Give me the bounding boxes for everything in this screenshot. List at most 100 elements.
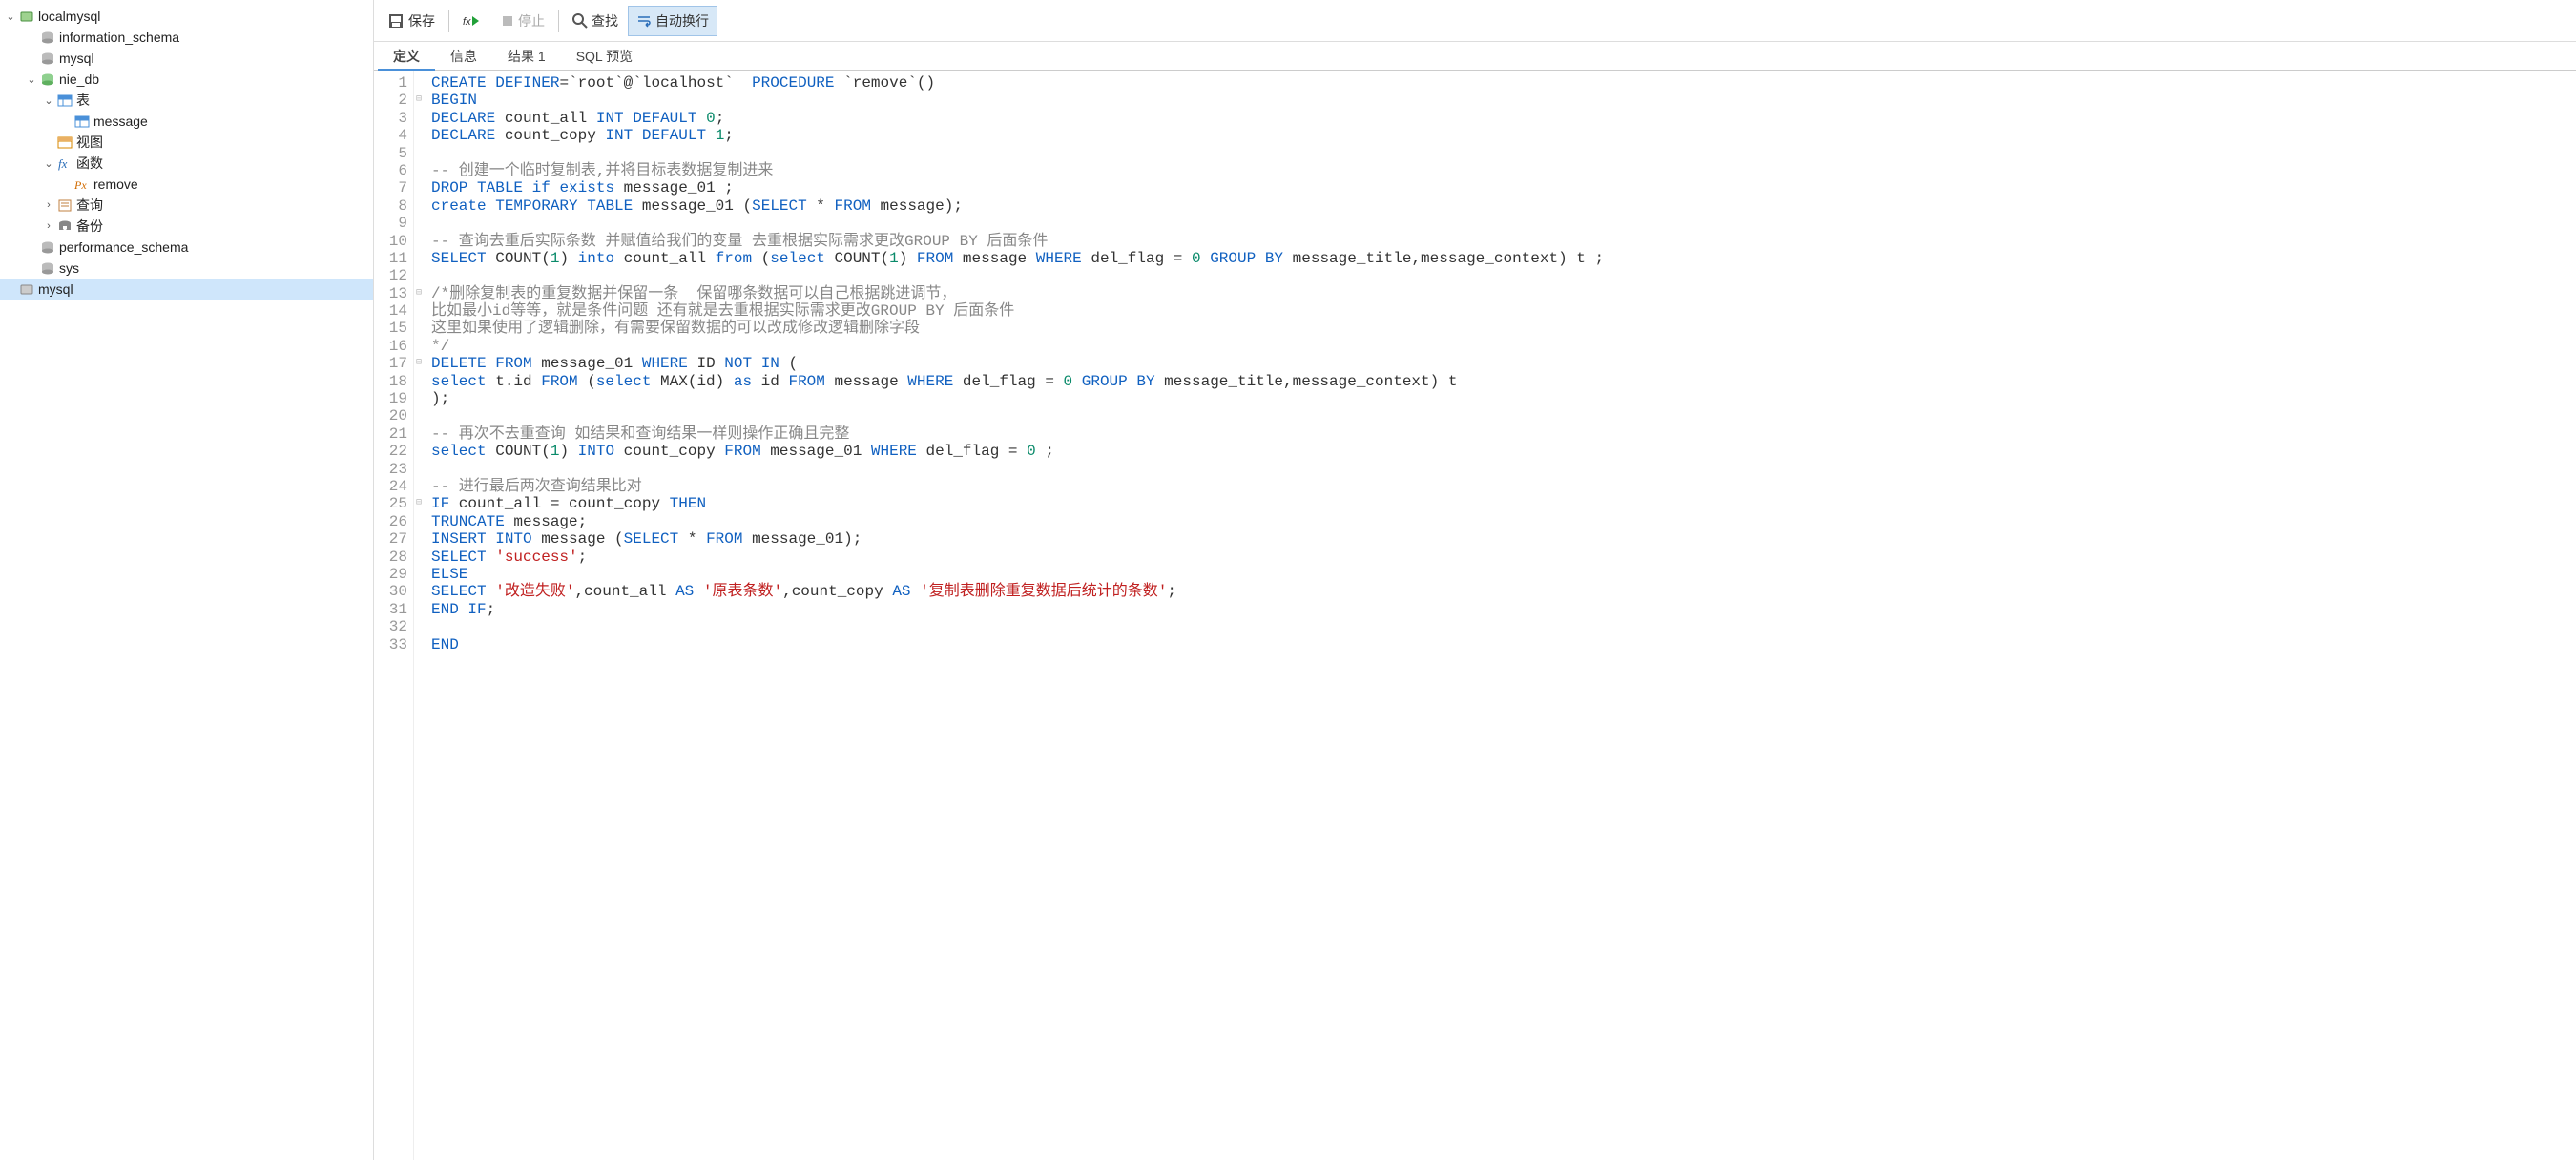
query-icon [55, 197, 74, 213]
code-line[interactable] [431, 618, 1604, 635]
code-line[interactable]: CREATE DEFINER=`root`@`localhost` PROCED… [431, 74, 1604, 92]
fold-marker [414, 390, 424, 407]
tree-item-视图[interactable]: 视图 [0, 132, 373, 153]
tree-toggle-icon[interactable]: ⌄ [42, 94, 55, 107]
tree-item-performance_schema[interactable]: performance_schema [0, 237, 373, 258]
fold-marker [414, 233, 424, 250]
tree-item-备份[interactable]: ›备份 [0, 216, 373, 237]
line-number: 24 [385, 478, 407, 495]
code-line[interactable] [431, 461, 1604, 478]
fold-marker [414, 566, 424, 583]
tree-item-message[interactable]: message [0, 111, 373, 132]
code-line[interactable]: -- 再次不去重查询 如结果和查询结果一样则操作正确且完整 [431, 425, 1604, 443]
code-line[interactable]: SELECT 'success'; [431, 549, 1604, 566]
code-line[interactable]: -- 查询去重后实际条数 并赋值给我们的变量 去重根据实际需求更改GROUP B… [431, 233, 1604, 250]
tree-item-information_schema[interactable]: information_schema [0, 27, 373, 48]
code-line[interactable]: ELSE [431, 566, 1604, 583]
fold-marker [414, 530, 424, 548]
tree-item-函数[interactable]: ⌄fx函数 [0, 153, 373, 174]
code-line[interactable] [431, 407, 1604, 425]
line-number: 3 [385, 110, 407, 127]
code-line[interactable]: DROP TABLE if exists message_01 ; [431, 179, 1604, 197]
tree-item-label: information_schema [59, 30, 179, 45]
code-line[interactable]: 比如最小id等等，就是条件问题 还有就是去重根据实际需求更改GROUP BY 后… [431, 302, 1604, 320]
fold-marker [414, 549, 424, 566]
tree-item-mysql[interactable]: mysql [0, 48, 373, 69]
tree-item-表[interactable]: ⌄表 [0, 90, 373, 111]
code-editor[interactable]: 1234567891011121314151617181920212223242… [374, 71, 2576, 1160]
code-line[interactable]: -- 进行最后两次查询结果比对 [431, 478, 1604, 495]
fold-marker [414, 127, 424, 144]
line-number: 6 [385, 162, 407, 179]
code-line[interactable] [431, 215, 1604, 232]
code-line[interactable]: DELETE FROM message_01 WHERE ID NOT IN ( [431, 355, 1604, 372]
fold-marker [414, 601, 424, 618]
code-line[interactable]: SELECT '改造失败',count_all AS '原表条数',count_… [431, 583, 1604, 600]
wrap-button[interactable]: 自动换行 [628, 6, 717, 36]
tree-item-查询[interactable]: ›查询 [0, 195, 373, 216]
code-line[interactable] [431, 145, 1604, 162]
line-number: 11 [385, 250, 407, 267]
line-number: 7 [385, 179, 407, 197]
tree-toggle-icon[interactable]: ⌄ [25, 73, 38, 86]
code-line[interactable] [431, 267, 1604, 284]
tab-信息[interactable]: 信息 [435, 42, 492, 70]
tree-toggle-icon[interactable]: ⌄ [42, 157, 55, 170]
find-button[interactable]: 查找 [565, 6, 626, 36]
run-button[interactable]: fx [455, 6, 491, 36]
tree-item-label: 视图 [76, 133, 103, 152]
code-line[interactable]: DECLARE count_copy INT DEFAULT 1; [431, 127, 1604, 144]
tree-item-remove[interactable]: Pxremove [0, 174, 373, 195]
db-icon [38, 239, 57, 255]
tree-toggle-icon[interactable]: ⌄ [4, 10, 17, 23]
tree-item-localmysql[interactable]: ⌄localmysql [0, 6, 373, 27]
tree-toggle-icon[interactable]: › [42, 199, 55, 211]
db-tree: ⌄localmysqlinformation_schemamysql⌄nie_d… [0, 0, 374, 1160]
code-line[interactable]: */ [431, 338, 1604, 355]
save-label: 保存 [408, 11, 435, 31]
line-number: 2 [385, 92, 407, 109]
tab-结果 1[interactable]: 结果 1 [492, 42, 561, 70]
code-line[interactable]: END [431, 636, 1604, 653]
code-line[interactable]: -- 创建一个临时复制表,并将目标表数据复制进来 [431, 162, 1604, 179]
code-line[interactable]: BEGIN [431, 92, 1604, 109]
code-line[interactable]: IF count_all = count_copy THEN [431, 495, 1604, 512]
code-line[interactable]: DECLARE count_all INT DEFAULT 0; [431, 110, 1604, 127]
fold-marker[interactable]: ⊟ [414, 92, 424, 109]
code-line[interactable]: create TEMPORARY TABLE message_01 (SELEC… [431, 197, 1604, 215]
fold-marker [414, 110, 424, 127]
code-line[interactable]: INSERT INTO message (SELECT * FROM messa… [431, 530, 1604, 548]
fold-marker[interactable]: ⊟ [414, 355, 424, 372]
code-line[interactable]: ); [431, 390, 1604, 407]
tree-item-sys[interactable]: sys [0, 258, 373, 279]
svg-text:Px: Px [73, 178, 87, 192]
line-number: 25 [385, 495, 407, 512]
fold-marker[interactable]: ⊟ [414, 285, 424, 302]
code-line[interactable]: TRUNCATE message; [431, 513, 1604, 530]
code-content[interactable]: CREATE DEFINER=`root`@`localhost` PROCED… [424, 71, 1611, 1160]
fold-marker [414, 320, 424, 337]
tab-SQL 预览[interactable]: SQL 预览 [561, 42, 648, 70]
line-number: 28 [385, 549, 407, 566]
tree-item-nie_db[interactable]: ⌄nie_db [0, 69, 373, 90]
code-line[interactable]: /*删除复制表的重复数据并保留一条 保留哪条数据可以自己根据跳进调节， [431, 285, 1604, 302]
dbopen-icon [38, 72, 57, 87]
fold-marker [414, 425, 424, 443]
tree-item-label: 函数 [76, 154, 103, 173]
fold-marker [414, 373, 424, 390]
fold-column[interactable]: ⊟ ⊟ ⊟ ⊟ [414, 71, 424, 1160]
code-line[interactable]: SELECT COUNT(1) into count_all from (sel… [431, 250, 1604, 267]
tab-定义[interactable]: 定义 [378, 42, 435, 70]
code-line[interactable]: END IF; [431, 601, 1604, 618]
line-number: 14 [385, 302, 407, 320]
save-button[interactable]: 保存 [380, 6, 443, 36]
line-number: 18 [385, 373, 407, 390]
stop-button[interactable]: 停止 [493, 6, 552, 36]
editor-tabs: 定义信息结果 1SQL 预览 [374, 42, 2576, 71]
fold-marker[interactable]: ⊟ [414, 495, 424, 512]
code-line[interactable]: select COUNT(1) INTO count_copy FROM mes… [431, 443, 1604, 460]
tree-item-mysql[interactable]: mysql [0, 279, 373, 300]
tree-toggle-icon[interactable]: › [42, 220, 55, 232]
code-line[interactable]: select t.id FROM (select MAX(id) as id F… [431, 373, 1604, 390]
code-line[interactable]: 这里如果使用了逻辑删除，有需要保留数据的可以改成修改逻辑删除字段 [431, 320, 1604, 337]
